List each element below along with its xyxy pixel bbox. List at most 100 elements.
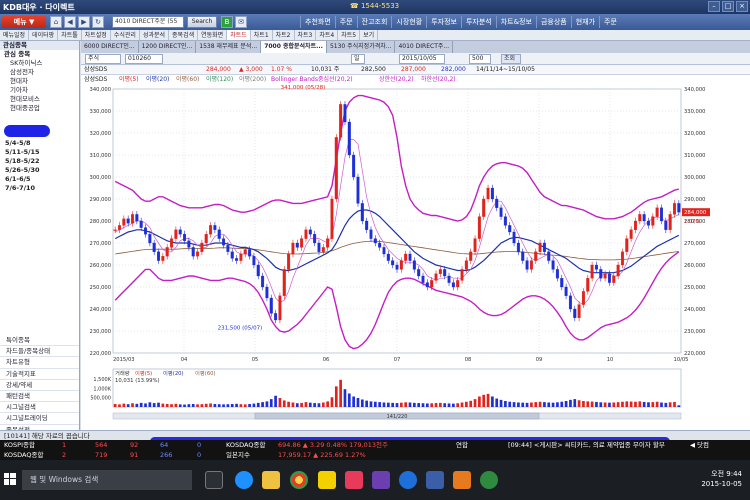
sidebar-stock[interactable]: 현대중공업 [0,104,79,113]
system-clock[interactable]: 오전 9:44 2015-10-05 [701,469,742,489]
app-icon[interactable] [345,471,363,489]
sidebar-menu-item[interactable]: 시그널트레이딩 [0,413,79,425]
subtab[interactable]: 성과분석 [140,30,170,40]
menu-item-order[interactable]: 주문 [334,16,357,28]
candle-body [434,273,438,281]
menu-item-analysis[interactable]: 투자분석 [460,16,496,28]
candle-body [265,286,269,299]
subtab[interactable]: 차트1 [251,30,273,40]
home-icon[interactable]: ⌂ [50,16,62,28]
app-icon[interactable] [372,471,390,489]
date-input[interactable]: 2015/10/05 [399,54,445,64]
subtab[interactable]: 차트2 [273,30,295,40]
window-tab[interactable]: 6000 DIRECT인... [81,41,139,53]
sidebar-group[interactable]: 관심 종목 [0,50,79,59]
subtab[interactable]: 차트툴 [58,30,82,40]
sidebar-menu-item[interactable]: 시그널검색 [0,402,79,414]
window-tab[interactable]: 5130 주식지정가격차... [327,41,396,53]
candle-body [330,198,334,239]
sidebar-stock[interactable]: 기아차 [0,86,79,95]
subtab[interactable]: 연동화면 [198,30,228,40]
refresh-icon[interactable]: ↻ [92,16,104,28]
tree-item[interactable]: 5/4-5/8 [0,139,79,148]
tree-item[interactable]: 5/11-5/15 [0,148,79,157]
sidebar-stock[interactable]: 현대모비스 [0,95,79,104]
ticker-name[interactable]: KOSDAQ종합 [4,450,43,460]
tree-item[interactable]: 5/26-5/30 [0,166,79,175]
app-icon[interactable] [480,471,498,489]
news-tag[interactable]: ◀ 닷컴 [690,440,709,450]
subtab[interactable]: 수식관리 [111,30,140,40]
price-chart[interactable]: 340,000 340,000 330,000 330,000 320,000 320,0… [81,85,750,430]
app-icon[interactable] [426,471,444,489]
screen-number-input[interactable]: 4010 DIRECT주문 (55 [112,16,184,28]
volume-bar [404,402,408,407]
subtab[interactable]: 차트4 [316,30,339,40]
sidebar-menu-item[interactable]: 패턴검색 [0,391,79,403]
candle-body [438,269,442,274]
minimize-button[interactable]: – [708,1,720,12]
candle-body [339,104,343,138]
menu-item-products[interactable]: 금융상품 [535,16,571,28]
sidebar-stock[interactable]: SK하이닉스 [0,59,79,68]
ticker-name[interactable]: KOSPI종합 [4,440,35,450]
tree-item[interactable]: 7/6-7/10 [0,184,79,193]
back-icon[interactable]: ◀ [64,16,76,28]
windows-start-icon[interactable] [4,473,16,485]
menu-item-chart-info[interactable]: 차트&정보 [495,16,536,28]
close-button[interactable]: × [736,1,748,12]
menu-item-order2[interactable]: 주문 [599,16,621,28]
folder-icon[interactable] [262,471,280,489]
kakaotalk-icon[interactable] [318,471,336,489]
sidebar-stock[interactable]: 현대차 [0,77,79,86]
window-tab[interactable]: 4010 DIRECT주... [395,41,454,53]
interval-select[interactable]: 일 [351,54,365,64]
subtab[interactable]: 보기 [360,30,379,40]
task-view-icon[interactable] [205,471,223,489]
taskbar-search[interactable]: 웹 및 Windows 검색 [22,470,192,490]
subtab[interactable]: 차트드 [227,30,251,40]
market-select[interactable]: 주식 [85,54,121,64]
sidebar-menu-item[interactable]: 강세/약세 [0,380,79,391]
window-tab[interactable]: 1538 재무제표 분석... [196,41,262,53]
sidebar-menu-item[interactable]: 차드들/종목상태 [0,346,79,358]
tree-item[interactable]: 5/18-5/22 [0,157,79,166]
tree-item[interactable]: 6/1-6/5 [0,175,79,184]
b-icon[interactable]: B [221,16,233,28]
subtab[interactable]: 차트5 [338,30,361,40]
subtab[interactable]: 차트설정 [82,30,111,40]
menu-button[interactable]: 메뉴 ▼ [2,16,46,28]
subtab[interactable]: 차트3 [295,30,317,40]
subtab[interactable]: 종목검색 [169,30,199,40]
ie-icon[interactable] [399,471,417,489]
sidebar-menu-item[interactable]: 특이종목 [0,335,79,347]
volume-bar [469,400,473,407]
volume-bar [226,404,230,407]
menu-item-balance[interactable]: 잔고조회 [356,16,392,28]
window-tab[interactable]: 1200 DIRECT인... [139,41,197,53]
news-headline[interactable]: [09:44] <게시판> 씨티카드, 의료 제약업종 무이자 할부 [508,440,665,450]
edge-icon[interactable] [235,471,253,489]
mail-icon[interactable]: ✉ [235,16,247,28]
menu-item-price[interactable]: 현재가 [570,16,599,28]
quote-change: ▲ 3,000 [239,66,263,73]
chrome-icon[interactable] [290,471,308,489]
menu-item-recommend[interactable]: 추천화면 [300,16,335,28]
menu-item-info[interactable]: 투자정보 [426,16,461,28]
sidebar-stock[interactable]: 삼성전자 [0,68,79,77]
sidebar-menu-item[interactable]: 기술적지표 [0,369,79,380]
search-button[interactable]: Search [187,16,217,28]
query-button[interactable]: 조회 [501,54,521,64]
subtab[interactable]: 데이터팡 [29,30,59,40]
count-input[interactable]: 500 [469,54,491,64]
subtab[interactable]: 메뉴일정 [0,30,30,40]
window-tab-active[interactable]: 7000 종합분석차트... [261,41,327,53]
legend-bb-upper: 상한선(20,2) [379,76,414,83]
code-input[interactable]: 010260 [125,54,163,64]
sidebar-menu-item[interactable]: 차트유형 [0,357,79,369]
volume-bar [122,403,126,407]
app-icon[interactable] [453,471,471,489]
maximize-button[interactable]: □ [722,1,734,12]
forward-icon[interactable]: ▶ [78,16,90,28]
menu-item-market[interactable]: 시장현황 [391,16,426,28]
